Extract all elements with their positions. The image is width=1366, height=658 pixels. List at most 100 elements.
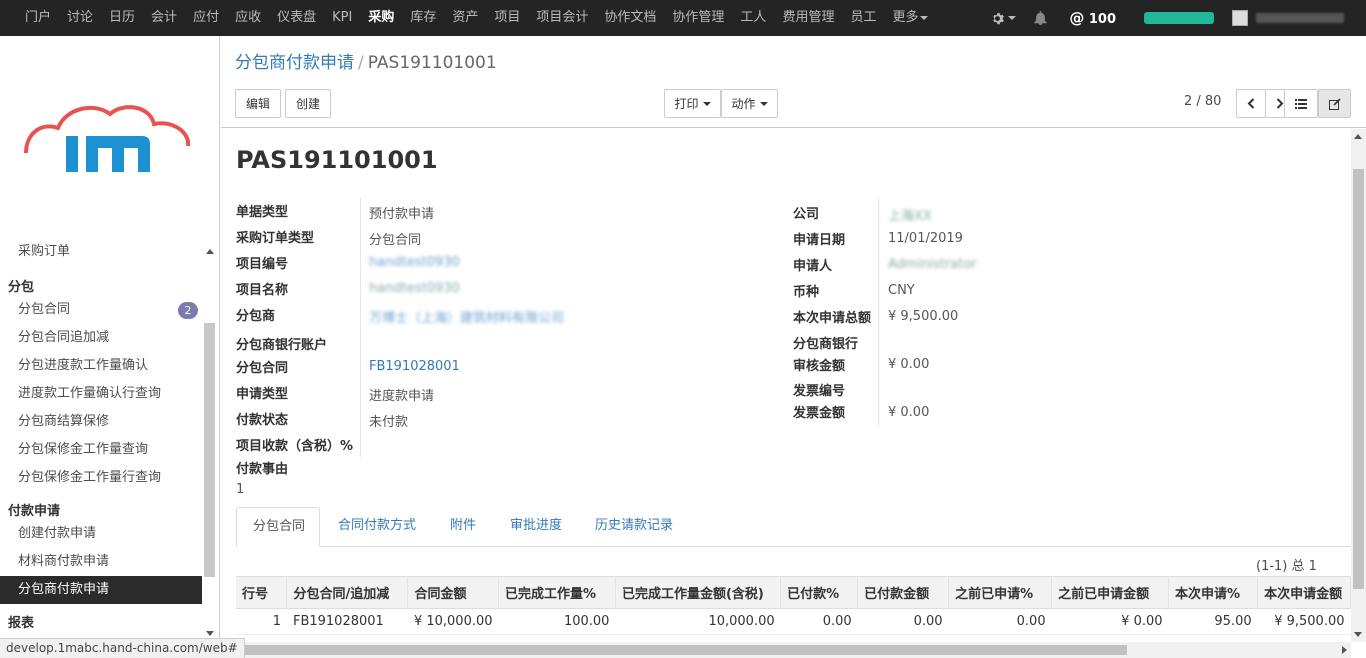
sidebar-item[interactable]: 分包合同追加减 — [0, 324, 202, 352]
scroll-down-icon[interactable] — [206, 631, 214, 636]
action-dropdown[interactable]: 动作 — [721, 89, 778, 118]
field-label: 币种 — [793, 285, 820, 300]
top-menu-item[interactable]: 仪表盘 — [269, 0, 324, 36]
chevron-down-icon — [702, 101, 711, 106]
column-header[interactable]: 之前已申请% — [948, 576, 1053, 609]
top-menu-item[interactable]: 项目会计 — [528, 0, 596, 36]
notebook-tab[interactable]: 历史请款记录 — [579, 507, 705, 547]
settings-menu[interactable] — [991, 12, 1017, 25]
sidebar-item[interactable]: 进度款工作量确认行查询 — [0, 380, 202, 408]
table-cell: 95.00 — [1168, 608, 1258, 635]
top-menu-item[interactable]: 费用管理 — [774, 0, 842, 36]
action-label: 动作 — [731, 97, 756, 111]
field-label: 本次申请总额 — [793, 311, 872, 326]
sidebar-item[interactable]: 分包合同 2 — [0, 296, 202, 324]
top-menu-item[interactable]: 讨论 — [59, 0, 101, 36]
scroll-thumb[interactable] — [204, 323, 215, 577]
top-menu-item[interactable]: 库存 — [402, 0, 444, 36]
column-header[interactable]: 合同金额 — [407, 576, 500, 609]
column-header[interactable]: 本次申请% — [1168, 576, 1259, 609]
record-title: PAS191101001 — [236, 146, 438, 174]
scroll-thumb[interactable] — [237, 645, 1127, 655]
sidebar-item[interactable]: 创建付款申请 — [0, 520, 202, 548]
top-menu-item[interactable]: 日历 — [101, 0, 143, 36]
scroll-right-icon[interactable] — [1342, 646, 1347, 654]
contract-lines-table: 行号 分包合同/追加减 合同金额 已完成工作量% 已完成工作量金额(含税) 已付款% 已付款… — [236, 576, 1351, 635]
notebook-tab[interactable]: 审批进度 — [494, 507, 577, 547]
field-label: 分包商 — [236, 309, 276, 324]
notebook-tab[interactable]: 合同付款方式 — [322, 507, 432, 547]
field-value[interactable]: 万博士（上海）建筑材料有限公司 — [369, 307, 564, 326]
form-scrollbar[interactable] — [1351, 129, 1366, 642]
sidebar-item[interactable]: 分包商付款申请 — [0, 576, 202, 604]
top-menu-item[interactable]: 资产 — [444, 0, 486, 36]
sidebar-scrollbar[interactable] — [203, 244, 215, 636]
sidebar-item-label: 采购订单 — [18, 244, 71, 259]
sidebar-item[interactable]: 分包商结算保修 — [0, 408, 202, 436]
column-header[interactable]: 行号 — [236, 576, 288, 609]
top-menu-item[interactable]: 协作管理 — [664, 0, 732, 36]
sidebar-item[interactable]: 分包保修金工作量查询 — [0, 436, 202, 464]
notebook-tab[interactable]: 附件 — [434, 507, 492, 547]
top-menu-item[interactable]: 协作文档 — [596, 0, 664, 36]
edit-button[interactable]: 编辑 — [235, 89, 281, 118]
sidebar: 采购订单 分包 分包合同 2 分包合同追加减 分包进度款工作量确认 进度款工作量确认行查询分… — [0, 36, 220, 658]
notification-bell[interactable] — [1034, 11, 1047, 25]
sidebar-section-header: 分包 — [8, 280, 35, 295]
field-value: handtest0930 — [369, 281, 460, 296]
top-menu-item[interactable]: 应付 — [185, 0, 227, 36]
field-label: 项目名称 — [236, 283, 289, 298]
column-header[interactable]: 之前已申请金额 — [1051, 576, 1170, 609]
chevron-right-icon — [1276, 98, 1284, 109]
field-label: 审核金额 — [793, 359, 846, 374]
sidebar-item[interactable]: 分包保修金工作量行查询 — [0, 464, 202, 492]
field-value[interactable]: FB191028001 — [369, 359, 460, 374]
breadcrumb-parent-link[interactable]: 分包商付款申请 — [235, 53, 354, 73]
list-view-button[interactable] — [1284, 89, 1318, 118]
previous-record-button[interactable] — [1236, 89, 1266, 118]
sidebar-item[interactable]: 分包进度款工作量确认 — [0, 352, 202, 380]
credit-counter[interactable]: @ 100 — [1069, 9, 1116, 27]
column-header[interactable]: 已完成工作量% — [498, 576, 616, 609]
sidebar-item-label: 分包合同 — [18, 302, 71, 317]
horizontal-scrollbar[interactable] — [221, 642, 1351, 658]
top-menu-item[interactable]: 采购 — [360, 0, 402, 36]
top-menu-item[interactable]: 工人 — [732, 0, 774, 36]
table-cell: ¥ 9,500.00 — [1257, 608, 1351, 635]
chevron-left-icon — [1247, 98, 1255, 109]
top-menu-item[interactable]: 员工 — [842, 0, 884, 36]
top-menu-item[interactable]: 项目 — [486, 0, 528, 36]
table-cell: 0.00 — [780, 608, 858, 635]
sidebar-item[interactable]: 采购订单 — [0, 238, 202, 266]
top-menu-item[interactable]: 更多 — [884, 0, 936, 36]
sidebar-item-label: 分包进度款工作量确认 — [18, 358, 149, 373]
field-value: 进度款申请 — [369, 389, 435, 404]
print-dropdown[interactable]: 打印 — [664, 89, 721, 118]
scroll-up-icon[interactable] — [206, 249, 214, 254]
top-menu-item[interactable]: 门户 — [17, 0, 59, 36]
top-menu-label: 员工 — [850, 10, 877, 25]
notebook-tab[interactable]: 分包合同 — [236, 507, 320, 547]
column-header[interactable]: 本次申请金额 — [1257, 576, 1351, 609]
field-label: 发票金额 — [793, 406, 846, 421]
top-menu-item[interactable]: 应收 — [227, 0, 269, 36]
column-header[interactable]: 分包合同/追加减 — [286, 576, 409, 609]
create-button[interactable]: 创建 — [285, 89, 331, 118]
field-value[interactable]: handtest0930 — [369, 255, 460, 270]
reason-value[interactable]: 1 — [236, 482, 244, 497]
scroll-up-icon[interactable] — [1354, 134, 1362, 139]
column-header[interactable]: 已付款金额 — [857, 576, 950, 609]
table-row[interactable]: 1 FB191028001 ¥ 10,000.00 100.00 10,000.00 0.… — [236, 608, 1351, 635]
column-header[interactable]: 已付款% — [780, 576, 859, 609]
scroll-down-icon[interactable] — [1354, 632, 1362, 637]
sidebar-item[interactable]: 材料商付款申请 — [0, 548, 202, 576]
user-name-redacted[interactable] — [1256, 13, 1344, 23]
form-view-button[interactable] — [1318, 89, 1351, 118]
form-sheet: PAS191101001 单据类型 预付款申请 采购订单类型 分包合同 项目编号 hand… — [221, 129, 1351, 642]
scroll-thumb[interactable] — [1353, 169, 1364, 589]
top-menu-item[interactable]: 会计 — [143, 0, 185, 36]
top-menu-item[interactable]: KPI — [324, 0, 360, 36]
table-cell: 10,000.00 — [615, 608, 781, 635]
user-avatar[interactable] — [1232, 10, 1248, 26]
column-header[interactable]: 已完成工作量金额(含税) — [615, 576, 782, 609]
